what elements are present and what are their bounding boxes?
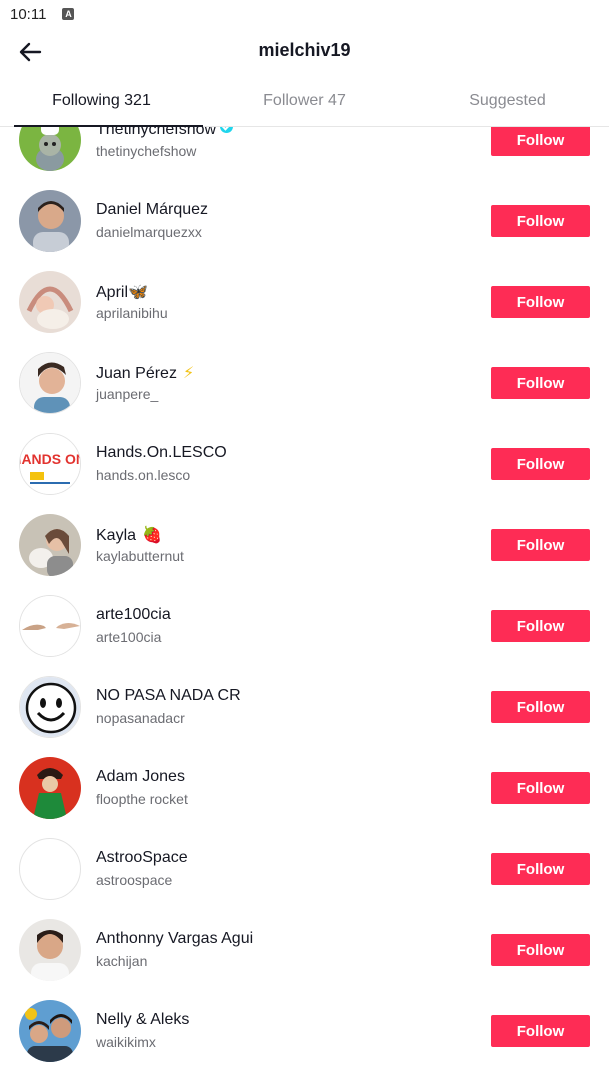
user-name: Hands.On.LESCO [96,444,227,461]
list-item[interactable]: Anthonny Vargas Agui kachijan Follow [0,910,609,991]
avatar[interactable]: HANDS ON! [19,433,81,495]
list-item[interactable]: NO PASA NADA CR nopasanadacr Follow [0,667,609,748]
user-name: Adam Jones [96,768,185,785]
tab-follower[interactable]: Follower 47 [203,76,406,126]
follow-button[interactable]: Follow [491,367,590,399]
user-name: Daniel Márquez [96,201,209,218]
verified-icon [220,127,234,133]
user-handle: nopasanadacr [96,710,185,726]
follow-button[interactable]: Follow [491,286,590,318]
follow-button[interactable]: Follow [491,205,590,237]
avatar[interactable] [19,190,81,252]
tab-bar: Following 321 Follower 47 Suggested [0,76,609,127]
list-item[interactable]: Thetinychefshow thetinychefshow Follow [0,127,609,181]
header: mielchiv19 [0,28,609,76]
user-name: Thetinychefshow [96,127,234,139]
user-handle: thetinychefshow [96,143,197,159]
user-name: April🦋 [96,284,148,301]
user-handle: arte100cia [96,629,162,645]
follow-button[interactable]: Follow [491,772,590,804]
list-item[interactable]: AstrooSpace astroospace Follow [0,829,609,910]
user-handle: aprilanibihu [96,305,168,321]
avatar[interactable] [19,271,81,333]
tab-following[interactable]: Following 321 [0,76,203,127]
strawberry-icon: 🍓 [142,527,162,544]
avatar[interactable] [19,676,81,738]
status-bar: 10:11 A [0,0,609,28]
avatar-logo-text: HANDS ON! [20,451,81,467]
tab-suggested[interactable]: Suggested [406,76,609,126]
user-handle: kaylabutternut [96,548,184,564]
list-item[interactable]: Daniel Márquez danielmarquezxx Follow [0,181,609,262]
user-handle: kachijan [96,953,148,969]
list-item[interactable]: Juan Pérez ⚡ juanpere_ Follow [0,343,609,424]
user-name: NO PASA NADA CR [96,687,241,704]
follow-button[interactable]: Follow [491,1015,590,1047]
follow-button[interactable]: Follow [491,610,590,642]
list-item[interactable]: Nelly & Aleks waikikimx Follow [0,991,609,1072]
list-item[interactable]: Kayla 🍓 kaylabutternut Follow [0,505,609,586]
user-handle: waikikimx [96,1034,156,1050]
avatar[interactable] [19,514,81,576]
list-item[interactable]: Adam Jones floopthe rocket Follow [0,748,609,829]
user-name: AstrooSpace [96,849,188,866]
user-handle: juanpere_ [96,386,159,402]
avatar[interactable] [19,127,81,171]
avatar[interactable] [19,838,81,900]
avatar[interactable] [19,919,81,981]
list-item[interactable]: arte100cia arte100cia Follow [0,586,609,667]
status-time: 10:11 [10,5,47,23]
avatar[interactable] [19,352,81,414]
follow-button[interactable]: Follow [491,691,590,723]
user-name: Anthonny Vargas Agui [96,930,254,947]
user-name: Nelly & Aleks [96,1011,190,1028]
lightning-icon: ⚡ [182,365,195,382]
user-name: Kayla 🍓 [96,527,162,544]
list-item[interactable]: April🦋 aprilanibihu Follow [0,262,609,343]
avatar[interactable] [19,757,81,819]
page-title: mielchiv19 [258,40,351,60]
following-list: Thetinychefshow thetinychefshow Follow D… [0,127,609,1080]
avatar[interactable] [19,595,81,657]
user-handle: hands.on.lesco [96,467,191,483]
follow-button[interactable]: Follow [491,853,590,885]
user-handle: danielmarquezxx [96,224,202,240]
follow-button[interactable]: Follow [491,127,590,156]
user-name: arte100cia [96,606,171,623]
user-handle: floopthe rocket [96,791,188,807]
notification-icon: A [62,8,75,20]
follow-button[interactable]: Follow [491,529,590,561]
follow-button[interactable]: Follow [491,934,590,966]
user-name: Juan Pérez ⚡ [96,365,195,382]
follow-button[interactable]: Follow [491,448,590,480]
user-handle: astroospace [96,872,173,888]
list-item[interactable]: HANDS ON! Hands.On.LESCO hands.on.lesco … [0,424,609,505]
avatar[interactable] [19,1000,81,1062]
